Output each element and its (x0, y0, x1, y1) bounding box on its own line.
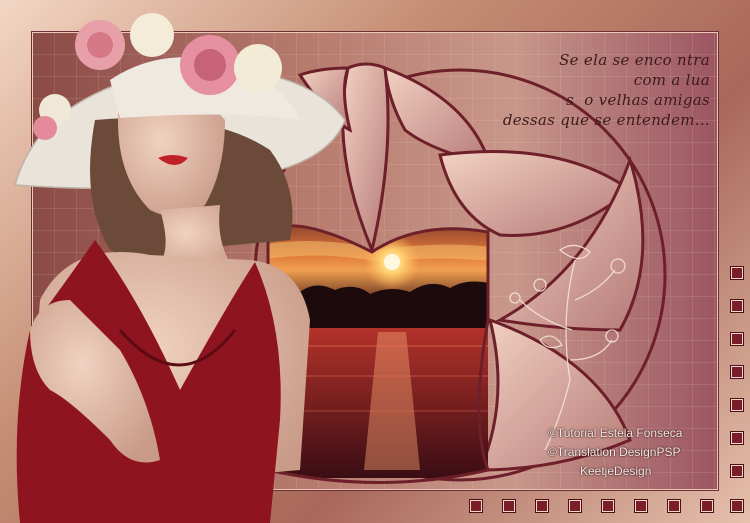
poem-text: Se ela se enco ntra com a lua s o velhas… (450, 50, 710, 130)
poem-line-2: com a lua (633, 71, 710, 89)
deco-square (503, 500, 515, 512)
credit-designer: KeetjeDesign (580, 464, 652, 478)
deco-square (602, 500, 614, 512)
poem-line-3: s o velhas amigas (566, 91, 710, 109)
deco-square (731, 267, 743, 279)
poem-line-4: dessas que se entendem... (502, 111, 710, 129)
poem-line-1: Se ela se enco ntra (559, 51, 710, 69)
deco-square (668, 500, 680, 512)
deco-square (701, 500, 713, 512)
deco-square (635, 500, 647, 512)
deco-square (731, 399, 743, 411)
deco-square (731, 366, 743, 378)
credits: ©Tutorial Estela Fonseca ©Translation De… (548, 424, 728, 481)
deco-square (731, 300, 743, 312)
deco-square (731, 500, 743, 512)
petal-top (341, 62, 390, 255)
deco-square (731, 432, 743, 444)
credit-tutorial: ©Tutorial Estela Fonseca (548, 426, 683, 440)
deco-square (731, 465, 743, 477)
deco-square (569, 500, 581, 512)
deco-square (470, 500, 482, 512)
credit-translation: ©Translation DesignPSP (548, 445, 681, 459)
deco-square (731, 333, 743, 345)
deco-square (536, 500, 548, 512)
